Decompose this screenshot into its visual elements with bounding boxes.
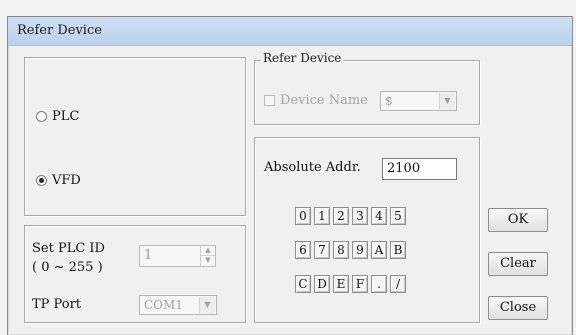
key-f[interactable]: F xyxy=(352,275,368,293)
chevron-down-icon[interactable]: ▼ xyxy=(439,93,455,109)
key-4[interactable]: 4 xyxy=(371,207,387,225)
radio-vfd-circle[interactable] xyxy=(36,175,47,186)
key-c[interactable]: C xyxy=(295,275,311,293)
device-name-combo[interactable]: $ ▼ xyxy=(380,91,457,111)
plc-id-label: Set PLC ID xyxy=(32,241,105,256)
tp-port-combo[interactable]: COM1 ▼ xyxy=(139,295,217,315)
title-bar[interactable]: Refer Device xyxy=(8,17,572,46)
key-b[interactable]: B xyxy=(390,241,406,259)
key-slash[interactable]: / xyxy=(390,275,406,293)
device-name-checkbox[interactable] xyxy=(264,95,275,106)
key-8[interactable]: 8 xyxy=(333,241,349,259)
radio-vfd[interactable]: VFD xyxy=(36,173,81,188)
device-name-checkbox-row[interactable]: Device Name xyxy=(264,93,368,108)
plc-id-range: ( 0 ~ 255 ) xyxy=(32,260,103,275)
key-1[interactable]: 1 xyxy=(314,207,330,225)
chevron-down-icon[interactable]: ▼ xyxy=(199,297,215,313)
clear-button[interactable]: Clear xyxy=(488,252,548,276)
spin-down-icon[interactable]: ▼ xyxy=(201,256,215,265)
key-dot[interactable]: . xyxy=(371,275,387,293)
tp-port-value: COM1 xyxy=(144,298,183,312)
plc-id-value: 1 xyxy=(144,248,153,263)
radio-plc[interactable]: PLC xyxy=(36,109,79,124)
radio-plc-label: PLC xyxy=(52,109,80,124)
absolute-addr-label: Absolute Addr. xyxy=(264,160,361,175)
plc-id-spinner[interactable]: 1 ▲ ▼ xyxy=(139,245,216,267)
mode-panel xyxy=(24,57,246,216)
window-title: Refer Device xyxy=(17,23,102,38)
key-6[interactable]: 6 xyxy=(295,241,311,259)
key-0[interactable]: 0 xyxy=(295,207,311,225)
refer-device-group-title: Refer Device xyxy=(261,51,344,65)
radio-plc-circle[interactable] xyxy=(36,111,47,122)
key-e[interactable]: E xyxy=(333,275,349,293)
tp-port-label: TP Port xyxy=(32,297,82,312)
ok-button[interactable]: OK xyxy=(488,208,548,232)
key-d[interactable]: D xyxy=(314,275,330,293)
device-name-combo-value: $ xyxy=(385,94,393,108)
key-5[interactable]: 5 xyxy=(390,207,406,225)
key-a[interactable]: A xyxy=(371,241,387,259)
spinner-buttons[interactable]: ▲ ▼ xyxy=(200,246,215,266)
key-3[interactable]: 3 xyxy=(352,207,368,225)
refer-device-dialog: Refer Device PLC VFD Refer Device Device… xyxy=(7,16,573,335)
device-name-label: Device Name xyxy=(280,93,368,108)
key-7[interactable]: 7 xyxy=(314,241,330,259)
key-2[interactable]: 2 xyxy=(333,207,349,225)
key-9[interactable]: 9 xyxy=(352,241,368,259)
absolute-addr-input[interactable]: 2100 xyxy=(382,158,457,180)
radio-vfd-label: VFD xyxy=(52,173,81,188)
spin-up-icon[interactable]: ▲ xyxy=(201,246,215,256)
close-button[interactable]: Close xyxy=(488,296,548,320)
